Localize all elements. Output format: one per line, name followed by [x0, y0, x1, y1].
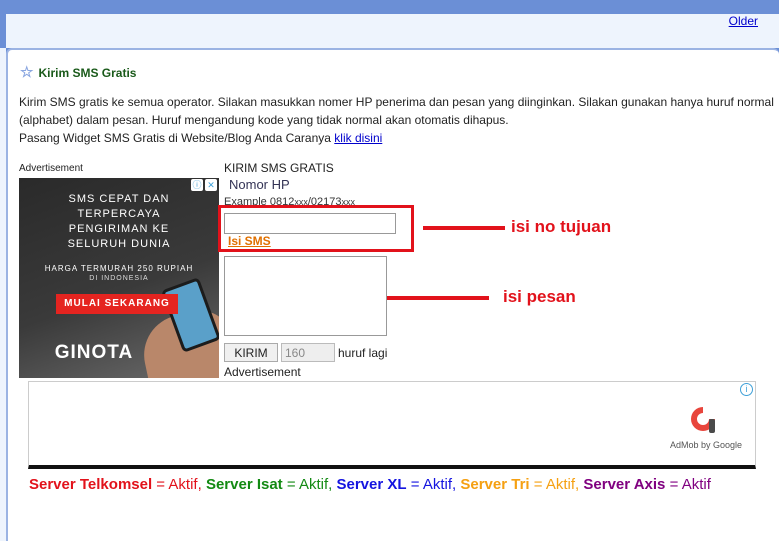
sms-ad-banner[interactable]: SMS CEPAT DAN TERPERCAYA PENGIRIMAN KE S… — [19, 178, 219, 378]
ad-label: Advertisement — [19, 163, 83, 174]
server-xl: Server XL = Aktif, — [336, 476, 461, 493]
server-axis: Server Axis = Aktif — [583, 476, 711, 493]
send-button[interactable]: KIRIM — [224, 343, 278, 362]
close-icon[interactable]: ✕ — [205, 179, 217, 191]
annotation-message: isi pesan — [503, 287, 576, 306]
server-telkomsel: Server Telkomsel = Aktif, — [29, 476, 206, 493]
ad2-label: Advertisement — [224, 365, 301, 379]
navigation-bar: Older — [0, 14, 779, 48]
admob-banner[interactable]: i AdMob by Google — [28, 381, 756, 469]
message-textarea[interactable] — [224, 256, 387, 336]
admob-logo-icon — [691, 407, 715, 433]
ad-region-text: DI INDONESIA — [89, 275, 149, 282]
description-text: Kirim SMS gratis ke semua operator. Sila… — [19, 95, 774, 127]
ad-headline-2: TERPERCAYA — [77, 208, 161, 220]
highlight-box — [218, 205, 414, 252]
install-text: Pasang Widget SMS Gratis di Website/Blog… — [19, 131, 331, 145]
older-link[interactable]: Older — [729, 14, 758, 28]
phone-label: Nomor HP — [229, 177, 290, 192]
counter-suffix: huruf lagi — [338, 346, 388, 360]
server-tri: Server Tri = Aktif, — [460, 476, 584, 493]
ad-headline-1: SMS CEPAT DAN — [68, 193, 170, 205]
widget-description: Kirim SMS gratis ke semua operator. Sila… — [19, 93, 774, 147]
widget-title: ☆ Kirim SMS Gratis — [20, 64, 137, 81]
form-heading: KIRIM SMS GRATIS — [224, 161, 334, 175]
annotation-line-phone — [423, 226, 505, 230]
ad-headline-3: PENGIRIMAN KE — [68, 223, 170, 235]
ad-brand: GINOTA — [54, 342, 134, 363]
info-icon[interactable]: i — [740, 383, 753, 396]
info-icon[interactable]: ⓘ — [191, 179, 203, 191]
star-icon: ☆ — [20, 64, 34, 81]
annotation-line-message — [387, 296, 489, 300]
ad-choices[interactable]: ⓘ ✕ — [191, 179, 217, 191]
install-link[interactable]: klik disini — [334, 131, 382, 145]
server-isat: Server Isat = Aktif, — [205, 476, 337, 493]
char-counter — [281, 343, 335, 362]
annotation-phone: isi no tujuan — [511, 217, 612, 236]
ad-headline-4: SELURUH DUNIA — [67, 238, 171, 250]
ad-price-text: HARGA TERMURAH 250 RUPIAH — [44, 264, 194, 273]
widget-title-text: Kirim SMS Gratis — [38, 66, 137, 80]
ad-cta-button[interactable]: MULAI SEKARANG — [56, 294, 178, 314]
server-status: Server Telkomsel = Aktif, Server Isat = … — [29, 476, 711, 493]
admob-label: AdMob by Google — [670, 440, 743, 450]
